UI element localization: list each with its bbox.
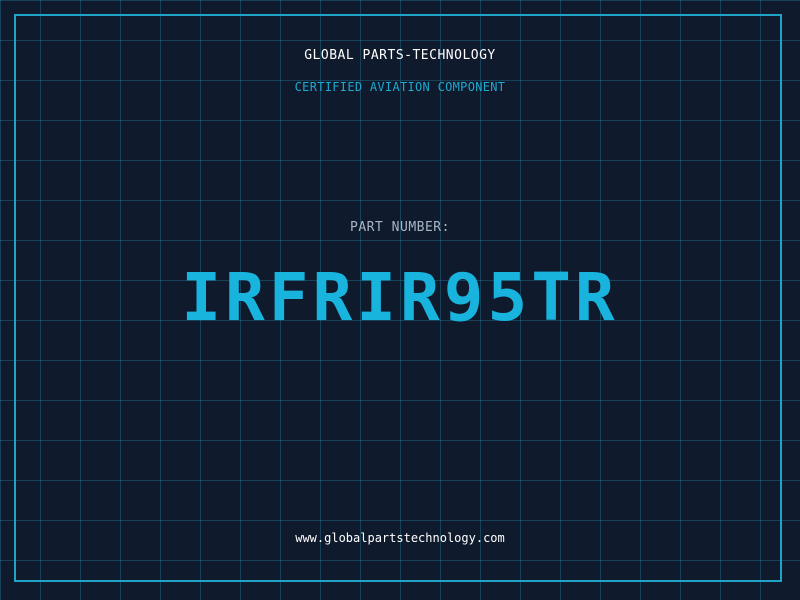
website-url: www.globalpartstechnology.com — [295, 531, 505, 545]
component-card: GLOBAL PARTS-TECHNOLOGY CERTIFIED AVIATI… — [0, 0, 800, 600]
part-number-value: IRFRIR95TR — [181, 259, 619, 336]
certification-subtitle: CERTIFIED AVIATION COMPONENT — [294, 80, 506, 94]
company-name: GLOBAL PARTS-TECHNOLOGY — [304, 48, 496, 63]
part-number-label: PART NUMBER: — [350, 220, 450, 235]
